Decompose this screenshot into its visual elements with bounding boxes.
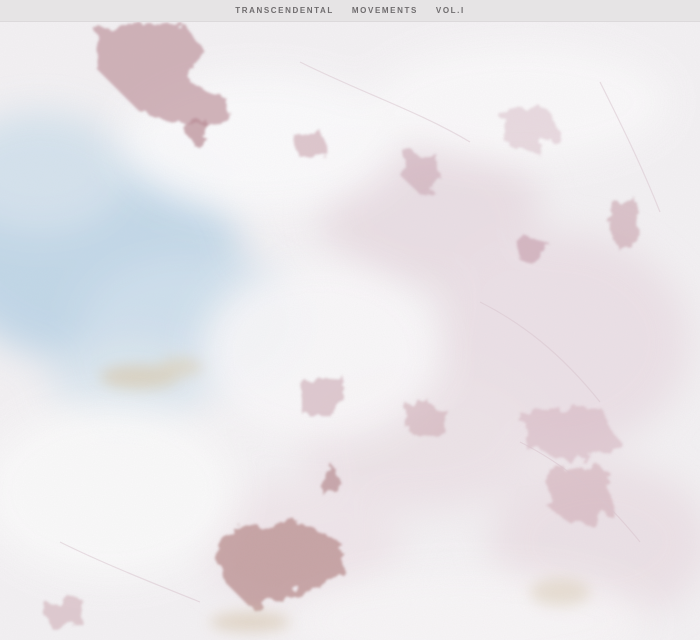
- paint-grain: [0, 22, 700, 640]
- album-title-bar: TRANSCENDENTAL MOVEMENTS VOL.I: [0, 0, 700, 22]
- title-word-transcendental: TRANSCENDENTAL: [235, 6, 334, 15]
- title-word-movements: MOVEMENTS: [351, 6, 418, 15]
- title-word-volume: VOL.I: [435, 6, 465, 15]
- album-cover: TRANSCENDENTAL MOVEMENTS VOL.I: [0, 0, 700, 640]
- marble-painting-icon: [0, 22, 700, 640]
